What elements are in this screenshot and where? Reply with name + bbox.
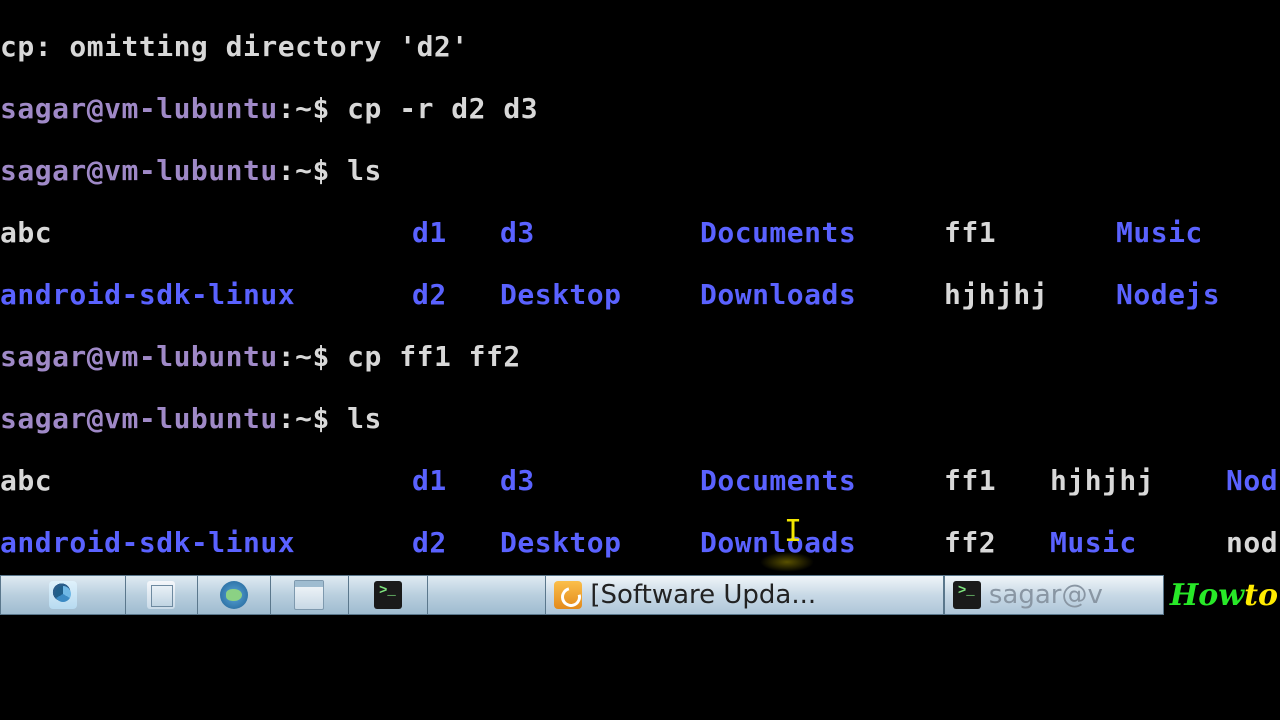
taskbar-spacer — [428, 575, 546, 615]
letterbox-bottom — [0, 615, 1280, 720]
command-text: cp -r d2 d3 — [347, 92, 538, 125]
terminal-icon — [374, 581, 402, 609]
task-label: [Software Upda... — [590, 580, 816, 611]
prompt-sep: : — [278, 92, 295, 125]
file-manager-icon — [147, 581, 175, 609]
ls-row: abcd1d3Documentsff1Music — [0, 217, 1280, 248]
output-line: cp: omitting directory 'd2' — [0, 30, 469, 63]
task-label: sagar@v — [989, 580, 1103, 611]
launcher-files[interactable] — [126, 575, 199, 615]
terminal-icon — [953, 581, 981, 609]
prompt-userhost: sagar@vm-lubuntu — [0, 92, 278, 125]
lubuntu-logo-icon — [49, 581, 77, 609]
ls-row: abcd1d3Documentsff1hjhjhjNod — [0, 465, 1280, 496]
launcher-window[interactable] — [271, 575, 349, 615]
launcher-terminal[interactable] — [349, 575, 427, 615]
task-terminal[interactable]: sagar@v — [944, 575, 1164, 615]
guide-overlay: How to — [1164, 575, 1280, 615]
ls-row: android-sdk-linuxd2DesktopDownloadshjhjh… — [0, 279, 1280, 310]
software-updater-icon — [554, 581, 582, 609]
globe-icon — [220, 581, 248, 609]
prompt-path: ~ — [295, 92, 312, 125]
taskbar: [Software Upda... sagar@v How to — [0, 575, 1280, 615]
start-menu-button[interactable] — [0, 575, 126, 615]
ls-row: android-sdk-linuxd2DesktopDownloadsff2Mu… — [0, 527, 1280, 558]
prompt-dollar: $ — [312, 92, 347, 125]
launcher-browser[interactable] — [198, 575, 271, 615]
window-icon — [294, 580, 324, 610]
task-software-updater[interactable]: [Software Upda... — [545, 575, 944, 615]
